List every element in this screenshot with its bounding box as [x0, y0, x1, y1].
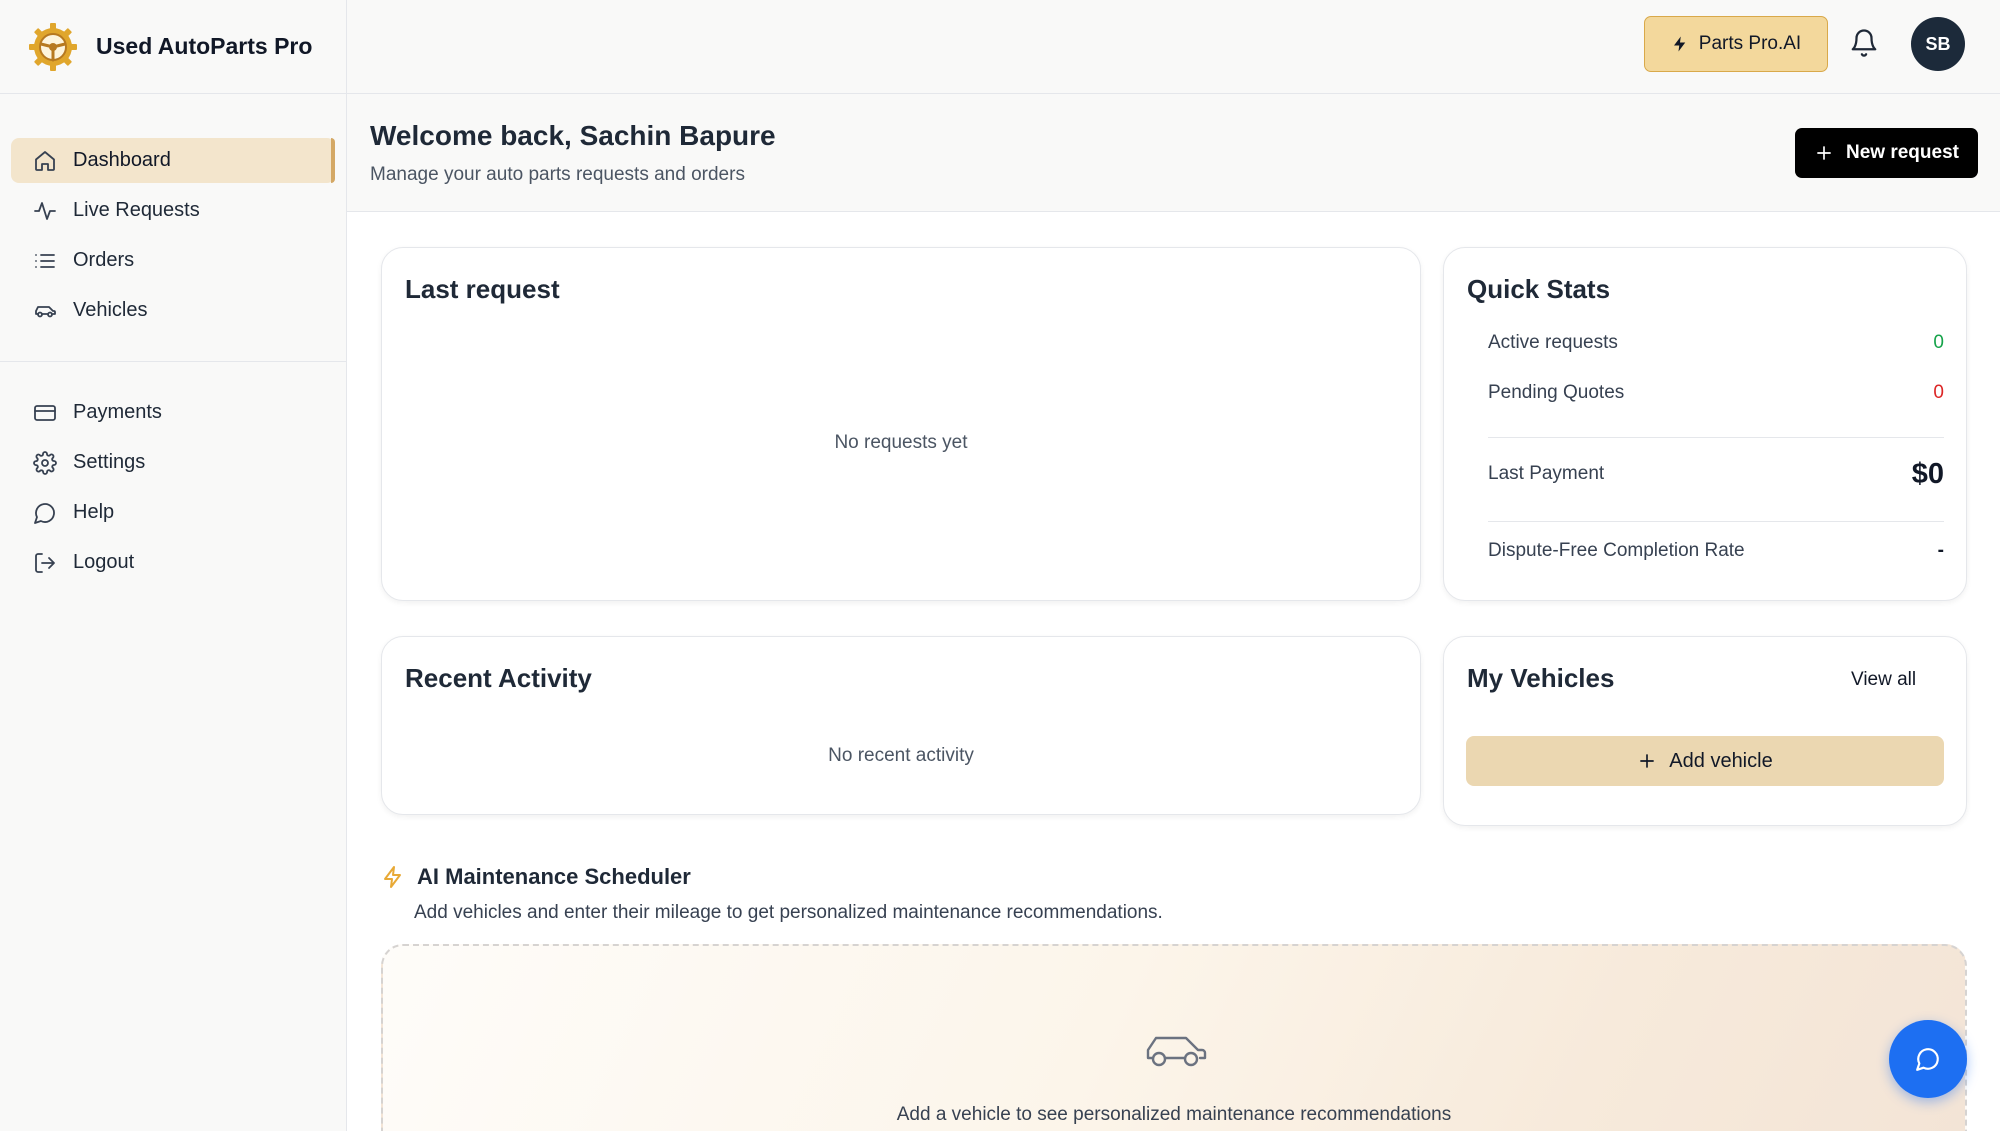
- chat-bubble-icon: [1916, 1048, 1939, 1071]
- recent-activity-empty: No recent activity: [828, 745, 974, 766]
- last-request-title: Last request: [405, 274, 560, 304]
- last-request-empty: No requests yet: [834, 432, 968, 453]
- my-vehicles-card: My Vehicles View all Add vehicle: [1443, 636, 1967, 826]
- sidebar-item-live-requests[interactable]: Live Requests: [11, 188, 335, 233]
- lightning-icon: [384, 866, 401, 888]
- lightning-icon: [1673, 36, 1686, 52]
- sidebar-item-label: Live Requests: [73, 199, 200, 221]
- recent-activity-title: Recent Activity: [405, 663, 592, 693]
- sidebar-item-label: Settings: [73, 451, 146, 473]
- brand-name: Used AutoParts Pro: [96, 33, 313, 59]
- quick-stats-card: Quick Stats Active requests 0 Pending Qu…: [1443, 247, 1967, 601]
- sidebar: Used AutoParts Pro Dashboard Live Reques…: [0, 0, 347, 1131]
- avatar[interactable]: SB: [1911, 17, 1965, 71]
- chat-button[interactable]: [1889, 1020, 1967, 1098]
- car-icon: [35, 305, 56, 317]
- ai-scheduler-title: AI Maintenance Scheduler: [417, 864, 691, 889]
- page-title: Welcome back, Sachin Bapure: [370, 120, 776, 151]
- parts-pro-ai-label: Parts Pro.AI: [1698, 33, 1802, 54]
- bell-icon: [1851, 29, 1877, 57]
- brand[interactable]: Used AutoParts Pro: [0, 0, 346, 94]
- list-icon: [35, 253, 55, 268]
- new-request-label: New request: [1846, 142, 1959, 163]
- top-bar: Parts Pro.AI SB: [347, 0, 2000, 94]
- home-icon: [35, 150, 55, 171]
- chat-bubble-icon: [34, 502, 55, 524]
- add-vehicle-label: Add vehicle: [1669, 749, 1773, 772]
- stat-pending-quotes: Pending Quotes 0: [1488, 382, 1944, 404]
- ai-scheduler-empty-message: Add a vehicle to see personalized mainte…: [896, 1104, 1452, 1125]
- last-request-card: Last request No requests yet: [381, 247, 1421, 601]
- sidebar-item-help[interactable]: Help: [11, 490, 335, 535]
- stat-value: -: [1937, 540, 1944, 561]
- stat-last-payment: Last Payment $0: [1488, 456, 1944, 492]
- plus-icon: [1640, 754, 1654, 768]
- plus-icon: [1817, 146, 1831, 160]
- sidebar-item-orders[interactable]: Orders: [11, 238, 335, 283]
- stat-value: 0: [1933, 332, 1944, 353]
- credit-card-icon: [34, 404, 56, 421]
- stat-label: Active requests: [1488, 332, 1618, 353]
- sidebar-divider: [0, 361, 346, 362]
- page-header: Welcome back, Sachin Bapure Manage your …: [347, 94, 2000, 212]
- my-vehicles-title: My Vehicles: [1467, 663, 1615, 693]
- new-request-button[interactable]: New request: [1795, 128, 1978, 178]
- sidebar-item-label: Logout: [73, 551, 135, 573]
- stat-value: 0: [1933, 382, 1944, 403]
- quick-stats-title: Quick Stats: [1467, 274, 1611, 304]
- sidebar-item-settings[interactable]: Settings: [11, 440, 335, 485]
- sidebar-item-label: Vehicles: [73, 299, 148, 321]
- logout-icon: [35, 552, 55, 573]
- ai-scheduler-description: Add vehicles and enter their mileage to …: [414, 902, 1163, 923]
- gear-icon: [33, 450, 57, 475]
- stat-divider: [1488, 521, 1944, 522]
- sidebar-item-label: Orders: [73, 249, 135, 271]
- stat-label: Dispute-Free Completion Rate: [1488, 540, 1745, 561]
- add-vehicle-button[interactable]: Add vehicle: [1466, 736, 1944, 786]
- sidebar-item-dashboard[interactable]: Dashboard: [11, 138, 335, 183]
- sidebar-item-label: Dashboard: [73, 149, 171, 171]
- view-all-link[interactable]: View all: [1851, 669, 1916, 691]
- notifications-button[interactable]: [1849, 28, 1879, 58]
- stat-label: Last Payment: [1488, 463, 1605, 484]
- recent-activity-card: Recent Activity No recent activity: [381, 636, 1421, 815]
- parts-pro-ai-button[interactable]: Parts Pro.AI: [1644, 16, 1828, 72]
- stat-dispute-rate: Dispute-Free Completion Rate -: [1488, 540, 1944, 562]
- stat-divider: [1488, 437, 1944, 438]
- sidebar-item-vehicles[interactable]: Vehicles: [11, 288, 335, 333]
- stat-value: $0: [1911, 457, 1944, 490]
- sidebar-item-label: Help: [73, 501, 115, 523]
- ai-scheduler-panel: Add a vehicle to see personalized mainte…: [381, 944, 1967, 1131]
- page-subtitle: Manage your auto parts requests and orde…: [370, 164, 745, 185]
- sidebar-item-label: Payments: [73, 401, 162, 423]
- sidebar-nav: Dashboard Live Requests Orders Vehicles …: [0, 94, 346, 585]
- stat-label: Pending Quotes: [1488, 382, 1625, 403]
- ai-scheduler-heading: AI Maintenance Scheduler: [381, 864, 691, 890]
- car-icon: [1142, 1026, 1208, 1072]
- sidebar-item-payments[interactable]: Payments: [11, 390, 335, 435]
- steering-wheel-gear-icon: [29, 22, 77, 71]
- sidebar-item-logout[interactable]: Logout: [11, 540, 335, 585]
- stat-active-requests: Active requests 0: [1488, 332, 1944, 354]
- activity-icon: [34, 201, 56, 220]
